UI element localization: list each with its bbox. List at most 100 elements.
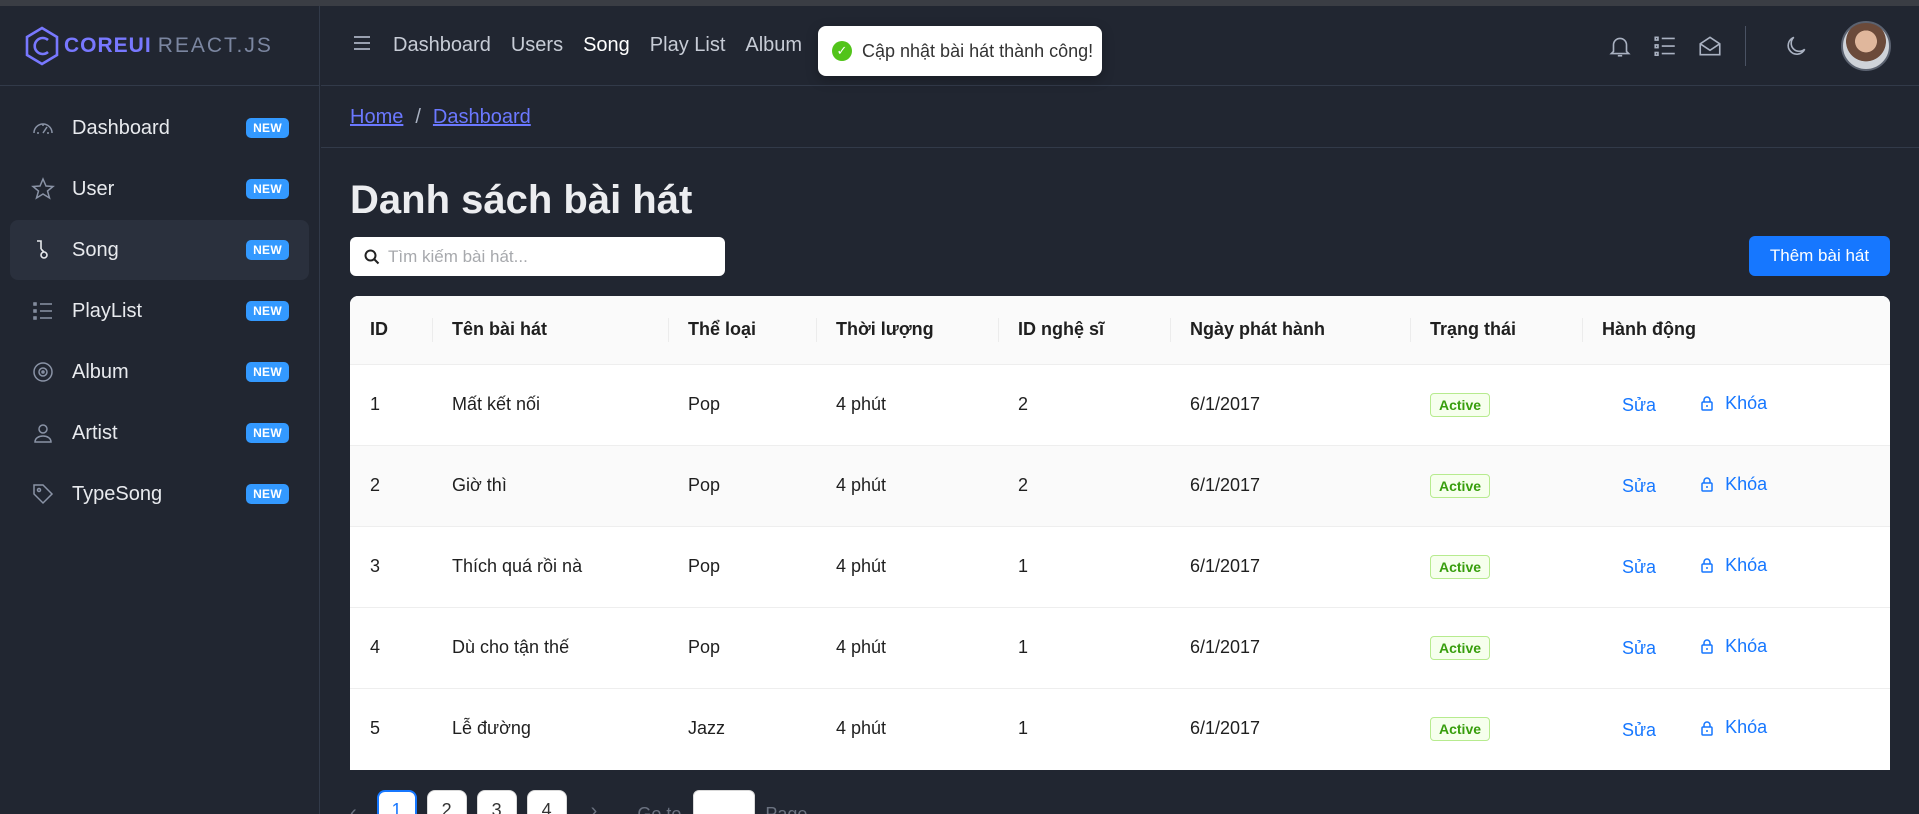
lock-icon [1701, 477, 1713, 492]
pagination: ‹ 1 2 3 4 › Go to Page [350, 790, 807, 814]
edit-button[interactable]: Sửa [1622, 557, 1656, 577]
sidebar-item-label: Dashboard [72, 116, 170, 139]
sidebar-item-typesong[interactable]: TypeSong NEW [10, 464, 309, 524]
bell-icon[interactable] [1607, 33, 1633, 59]
cell-duration: 4 phút [836, 718, 887, 739]
cell-actions: Sửa Khóa [1582, 445, 1890, 526]
check-circle-icon: ✓ [832, 41, 852, 61]
new-badge: NEW [246, 179, 289, 199]
column-header-name: Tên bài hát [432, 296, 668, 364]
list-icon [30, 298, 56, 324]
list-icon[interactable] [1652, 33, 1678, 59]
cell-release-date: 6/1/2017 [1190, 394, 1261, 414]
sidebar-item-dashboard[interactable]: Dashboard NEW [10, 98, 309, 158]
table-row: 1 Mất kết nối Pop 4 phút 2 6/1/2017 Acti… [350, 364, 1890, 445]
moon-icon[interactable] [1783, 33, 1809, 59]
edit-button[interactable]: Sửa [1622, 638, 1656, 658]
cell-genre: Pop [688, 556, 721, 576]
cell-artist-id: 2 [1018, 475, 1029, 495]
lock-button[interactable]: Khóa [1699, 717, 1767, 738]
cell-actions: Sửa Khóa [1582, 607, 1890, 688]
brand-logo[interactable]: COREUI REACT.JS [0, 6, 319, 86]
lock-label: Khóa [1725, 554, 1768, 575]
lock-button[interactable]: Khóa [1699, 555, 1767, 576]
cell-status: Active [1410, 445, 1582, 526]
breadcrumb-current[interactable]: Dashboard [433, 106, 531, 129]
cell-duration: 4 phút [836, 556, 887, 576]
cell-release-date: 6/1/2017 [1190, 637, 1261, 657]
lock-label: Khóa [1725, 392, 1768, 413]
status-badge: Active [1430, 554, 1491, 579]
person-icon [30, 420, 56, 446]
cell-id: 3 [370, 556, 381, 576]
sidebar-item-label: Album [72, 360, 129, 383]
cell-artist-id: 2 [1018, 394, 1029, 414]
goto-page-input[interactable] [693, 790, 756, 814]
brand-text: COREUI REACT.JS [64, 34, 273, 58]
page-button-2[interactable]: 2 [426, 790, 467, 814]
lock-icon [1701, 720, 1713, 736]
prev-page-icon[interactable]: ‹ [350, 802, 357, 814]
cell-artist-id: 1 [1018, 718, 1029, 739]
column-header-id: ID [370, 319, 388, 340]
cell-duration: 4 phút [836, 394, 887, 414]
table-row: 5 Lễ đường Jazz 4 phút 1 6/1/2017 Active… [350, 688, 1890, 769]
sidebar-item-song[interactable]: Song NEW [10, 220, 309, 280]
cell-genre: Jazz [688, 718, 726, 739]
cell-genre: Pop [688, 637, 721, 657]
breadcrumb-home[interactable]: Home [350, 106, 403, 129]
disc-icon [30, 359, 56, 385]
search-input[interactable] [388, 246, 708, 267]
page-button-1[interactable]: 1 [376, 790, 417, 814]
header-divider [1745, 26, 1746, 66]
song-table: ID Tên bài hát Thể loại Thời lượng ID ng… [350, 296, 1890, 770]
sidebar-item-label: Artist [72, 421, 118, 444]
edit-button[interactable]: Sửa [1622, 476, 1656, 496]
cell-name: Lễ đường [452, 718, 531, 739]
lock-button[interactable]: Khóa [1699, 636, 1767, 657]
breadcrumb-separator: / [415, 105, 421, 128]
sidebar-item-playlist[interactable]: PlayList NEW [10, 281, 309, 341]
lock-label: Khóa [1725, 473, 1768, 494]
edit-button[interactable]: Sửa [1622, 395, 1656, 415]
header-link-dashboard[interactable]: Dashboard [393, 34, 491, 57]
lock-button[interactable]: Khóa [1699, 393, 1767, 414]
envelope-icon[interactable] [1697, 33, 1723, 59]
lock-icon [1701, 396, 1713, 411]
new-badge: NEW [246, 301, 289, 321]
cell-name: Dù cho tận thế [452, 637, 570, 657]
sidebar-item-album[interactable]: Album NEW [10, 342, 309, 402]
table-row: 4 Dù cho tận thế Pop 4 phút 1 6/1/2017 A… [350, 607, 1890, 688]
cell-id: 1 [370, 394, 381, 414]
cell-release-date: 6/1/2017 [1190, 556, 1261, 576]
lock-label: Khóa [1725, 635, 1768, 656]
page-button-3[interactable]: 3 [476, 790, 517, 814]
next-page-icon[interactable]: › [591, 800, 598, 814]
new-badge: NEW [246, 484, 289, 504]
star-icon [30, 176, 56, 202]
cell-status: Active [1410, 526, 1582, 607]
lock-button[interactable]: Khóa [1699, 474, 1767, 495]
column-header-actions: Hành động [1582, 296, 1890, 364]
cell-genre: Pop [688, 475, 721, 495]
header-link-playlist[interactable]: Play List [650, 34, 726, 57]
header-link-users[interactable]: Users [511, 34, 563, 57]
page-button-4[interactable]: 4 [526, 790, 567, 814]
hamburger-menu-icon[interactable] [351, 32, 373, 59]
cell-id: 2 [370, 475, 381, 495]
sidebar-item-artist[interactable]: Artist NEW [10, 403, 309, 463]
header-link-song[interactable]: Song [583, 34, 630, 57]
top-header: Dashboard Users Song Play List Album [321, 6, 1919, 86]
avatar[interactable] [1841, 21, 1891, 71]
cell-status: Active [1410, 364, 1582, 445]
status-badge: Active [1430, 473, 1491, 498]
header-link-album[interactable]: Album [745, 34, 802, 57]
sidebar-item-user[interactable]: User NEW [10, 159, 309, 219]
page-title: Danh sách bài hát [350, 178, 693, 222]
edit-button[interactable]: Sửa [1622, 720, 1656, 740]
cell-release-date: 6/1/2017 [1190, 475, 1261, 495]
add-song-button[interactable]: Thêm bài hát [1749, 236, 1890, 276]
cell-actions: Sửa Khóa [1582, 364, 1890, 445]
sidebar: COREUI REACT.JS Dashboard NEW User NEW So… [0, 6, 320, 814]
lock-icon [1701, 558, 1713, 573]
